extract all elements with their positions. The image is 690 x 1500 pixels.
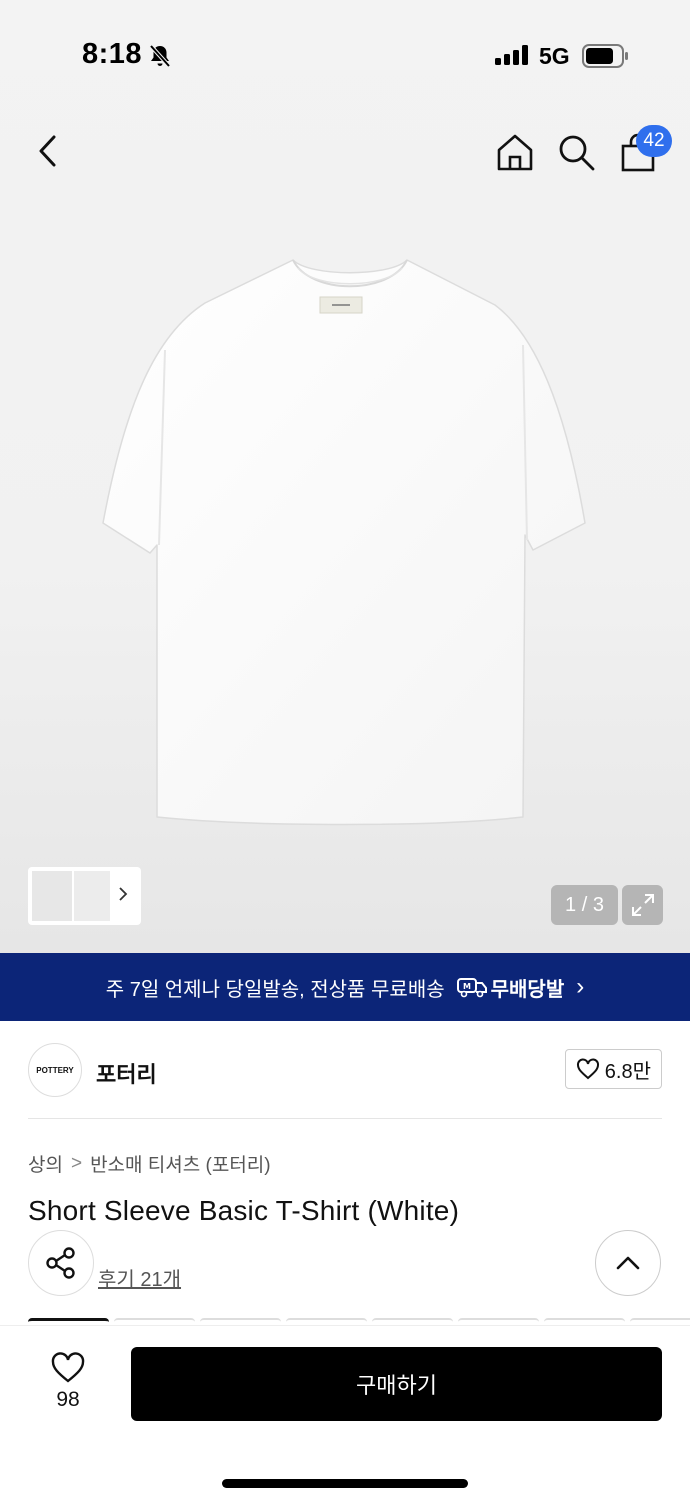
- cart-count-badge: 42: [636, 125, 672, 157]
- home-button[interactable]: [491, 128, 539, 176]
- shipping-banner[interactable]: 주 7일 언제나 당일발송, 전상품 무료배송 M 무배당발 ›: [0, 953, 690, 1021]
- section-tab[interactable]: [372, 1318, 453, 1324]
- svg-text:M: M: [463, 982, 471, 991]
- home-indicator: [222, 1479, 468, 1488]
- free-shipping-badge: M 무배당발: [456, 973, 565, 1002]
- brand-row: POTTERY 포터리 6.8만: [28, 1043, 662, 1098]
- divider: [28, 1118, 662, 1119]
- heart-icon: [576, 1058, 599, 1080]
- badge-label: 무배당발: [490, 978, 565, 1001]
- share-button[interactable]: [28, 1230, 94, 1296]
- product-like-count: 98: [56, 1388, 80, 1411]
- heart-icon: [51, 1352, 85, 1383]
- home-icon: [497, 134, 533, 171]
- delivery-truck-icon: M: [456, 978, 487, 998]
- section-tab[interactable]: [458, 1318, 539, 1324]
- breadcrumb: 상의 > 반소매 티셔츠 (포터리): [28, 1150, 271, 1177]
- brand-name[interactable]: 포터리: [96, 1057, 157, 1089]
- bottom-action-bar: 98 구매하기: [0, 1325, 690, 1500]
- section-tab[interactable]: [630, 1318, 690, 1324]
- section-tab[interactable]: [28, 1318, 109, 1324]
- chevron-left-icon: [39, 135, 56, 167]
- search-icon: [559, 135, 595, 171]
- section-tab[interactable]: [286, 1318, 367, 1324]
- status-time: 8:18: [82, 38, 143, 70]
- brand-like-count: 6.8만: [604, 1060, 651, 1083]
- brand-like-button[interactable]: 6.8만: [564, 1049, 662, 1089]
- scroll-top-button[interactable]: [595, 1230, 661, 1296]
- share-icon: [46, 1247, 75, 1279]
- banner-text: 주 7일 언제나 당일발송, 전상품 무료배송: [105, 978, 445, 1001]
- section-tab[interactable]: [114, 1318, 195, 1324]
- section-tab[interactable]: [200, 1318, 281, 1324]
- expand-icon: [631, 894, 654, 916]
- review-link[interactable]: 후기 21개: [98, 1263, 181, 1292]
- thumbnail-strip[interactable]: [28, 867, 141, 925]
- product-title: Short Sleeve Basic T-Shirt (White): [28, 1195, 460, 1226]
- thumbnail-image[interactable]: [32, 871, 72, 921]
- product-image[interactable]: [95, 255, 595, 850]
- gallery-page-counter: 1 / 3: [551, 885, 618, 925]
- signal-icon: [495, 45, 528, 65]
- buy-button[interactable]: 구매하기: [131, 1347, 662, 1421]
- network-type: 5G: [539, 43, 570, 69]
- battery-icon: [582, 44, 630, 73]
- chevron-right-icon: [118, 886, 128, 907]
- expand-button[interactable]: [622, 885, 663, 925]
- breadcrumb-subcategory[interactable]: 반소매 티셔츠 (포터리): [90, 1150, 271, 1177]
- banner-chevron: ›: [576, 973, 585, 1000]
- section-tabs: [28, 1318, 690, 1324]
- search-button[interactable]: [552, 128, 600, 176]
- product-like-button[interactable]: 98: [40, 1352, 96, 1412]
- breadcrumb-separator: >: [70, 1152, 83, 1174]
- section-tab[interactable]: [544, 1318, 625, 1324]
- thumbnail-image[interactable]: [74, 871, 110, 921]
- bell-slash-icon: [147, 43, 173, 74]
- breadcrumb-category[interactable]: 상의: [28, 1150, 63, 1177]
- chevron-up-icon: [616, 1256, 640, 1270]
- brand-logo[interactable]: POTTERY: [28, 1043, 82, 1097]
- back-button[interactable]: [24, 127, 72, 175]
